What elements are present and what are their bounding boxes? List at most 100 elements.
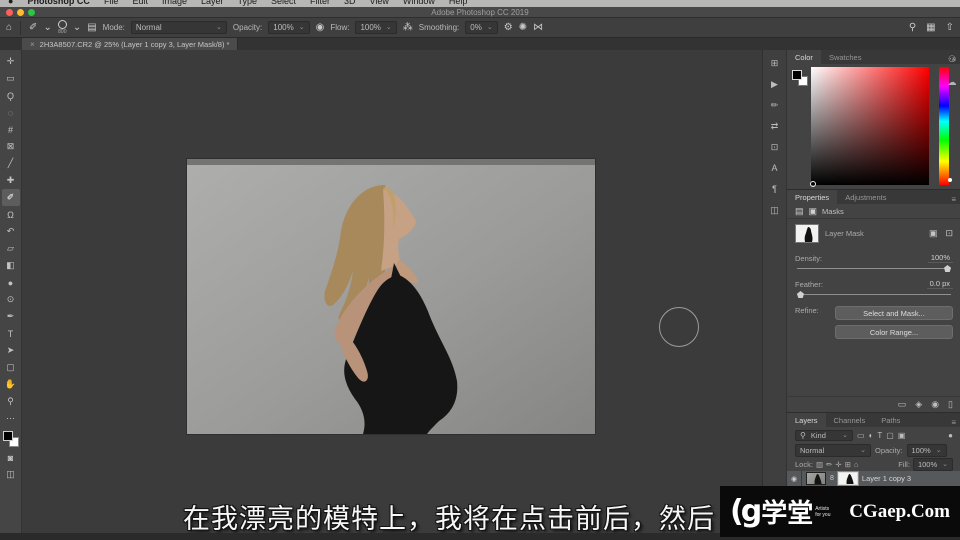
pen-tool[interactable]: ✒ <box>2 308 20 325</box>
tab-paths[interactable]: Paths <box>873 413 908 427</box>
brush-tool[interactable]: ✐ <box>2 189 20 206</box>
frame-tool[interactable]: ⊠ <box>2 138 20 155</box>
canvas-area[interactable] <box>22 50 762 540</box>
lightbulb-icon[interactable]: ⚇ <box>948 54 956 65</box>
foreground-color-swatch[interactable] <box>3 431 13 441</box>
filter-pixel-icon[interactable]: ▭ <box>857 431 865 440</box>
menu-type[interactable]: Type <box>238 0 258 6</box>
brush-tool-icon[interactable]: ✐ <box>29 23 37 33</box>
load-selection-icon[interactable]: ▭ <box>898 399 907 410</box>
pressure-opacity-icon[interactable]: ◉ <box>316 23 325 33</box>
gradient-tool[interactable]: ◧ <box>2 257 20 274</box>
tab-swatches[interactable]: Swatches <box>821 50 870 64</box>
history-brush-tool[interactable]: ↶ <box>2 223 20 240</box>
dodge-tool[interactable]: ⊙ <box>2 291 20 308</box>
pixel-layer-icon[interactable]: ▤ <box>795 206 804 217</box>
brush-settings-toggle-icon[interactable]: ▤ <box>87 23 96 33</box>
color-fg-bg-swatches[interactable] <box>792 70 808 86</box>
menu-edit[interactable]: Edit <box>132 0 148 6</box>
mask-select-icon[interactable]: ▣ <box>929 228 938 239</box>
type-tool[interactable]: T <box>2 325 20 342</box>
brush-settings-panel-icon[interactable]: ✏ <box>767 98 783 112</box>
document-tab[interactable]: × 2H3A8507.CR2 @ 25% (Layer 1 copy 3, La… <box>22 38 238 50</box>
move-tool[interactable]: ✛ <box>2 53 20 70</box>
home-icon[interactable]: ⌂ <box>6 23 12 33</box>
pressure-size-icon[interactable]: ✺ <box>519 23 527 33</box>
feather-slider[interactable] <box>797 291 951 299</box>
visibility-eye-icon[interactable]: ◉ <box>787 471 802 486</box>
filter-type-icon[interactable]: T <box>877 431 882 440</box>
spot-healing-tool[interactable]: ✚ <box>2 172 20 189</box>
filter-shape-icon[interactable]: ▢ <box>886 431 894 440</box>
paragraph-panel-icon[interactable]: ¶ <box>767 182 783 196</box>
smoothing-gear-icon[interactable]: ⚙ <box>504 23 513 33</box>
tab-adjustments[interactable]: Adjustments <box>837 190 894 204</box>
symmetry-icon[interactable]: ⋈ <box>533 23 543 33</box>
tab-layers[interactable]: Layers <box>787 413 826 427</box>
panel-menu-icon[interactable]: ≡ <box>951 418 960 427</box>
crop-tool[interactable]: # <box>2 121 20 138</box>
eraser-tool[interactable]: ▱ <box>2 240 20 257</box>
libraries-panel-icon[interactable]: ◫ <box>767 203 783 217</box>
clone-source-panel-icon[interactable]: ⊡ <box>767 140 783 154</box>
lock-transparency-icon[interactable]: ▨ <box>816 460 823 469</box>
mode-select[interactable]: Normal ⌄ <box>131 21 227 34</box>
panel-menu-icon[interactable]: ≡ <box>951 195 960 204</box>
lock-artboard-icon[interactable]: ⊞ <box>845 460 851 469</box>
share-icon[interactable]: ⇧ <box>946 23 954 33</box>
layer-mask-thumbnail[interactable] <box>795 224 819 243</box>
apple-menu-icon[interactable]: ● <box>8 0 13 6</box>
opacity-select[interactable]: 100% ⌄ <box>268 21 309 34</box>
path-selection-tool[interactable]: ➤ <box>2 342 20 359</box>
menu-app[interactable]: Photoshop CC <box>27 0 90 6</box>
mask-link-icon[interactable]: 8 <box>830 475 834 482</box>
smoothing-select[interactable]: 0% ⌄ <box>465 21 497 34</box>
eyedropper-tool[interactable]: ╱ <box>2 155 20 172</box>
character-panel-icon[interactable]: A <box>767 161 783 175</box>
layer-name[interactable]: Layer 1 copy 3 <box>862 474 911 483</box>
density-slider[interactable] <box>797 265 951 273</box>
feather-value[interactable]: 0.0 px <box>927 279 953 289</box>
screen-mode-button[interactable]: ◫ <box>2 466 20 483</box>
learn-panel-icon[interactable]: ⊞ <box>767 56 783 70</box>
tab-channels[interactable]: Channels <box>826 413 874 427</box>
layer-row-layer-1-copy-3[interactable]: ◉ 8 Layer 1 copy 3 <box>787 471 960 487</box>
tab-color[interactable]: Color <box>787 50 821 64</box>
lock-all-icon[interactable]: ⌂ <box>854 460 859 469</box>
workspace-switcher-icon[interactable]: ▦ <box>926 23 935 33</box>
menu-help[interactable]: Help <box>449 0 468 6</box>
edit-toolbar-button[interactable]: ⋯ <box>2 410 20 427</box>
layer-filter-select[interactable]: ⚲ Kind ⌄ <box>795 430 853 441</box>
mask-link-icon[interactable]: ⊡ <box>945 228 953 239</box>
lock-position-icon[interactable]: ✛ <box>835 460 841 469</box>
select-and-mask-button[interactable]: Select and Mask... <box>835 306 953 320</box>
photo-document[interactable] <box>187 159 595 434</box>
clone-stamp-tool[interactable]: Ω <box>2 206 20 223</box>
density-slider-knob[interactable] <box>944 265 951 272</box>
color-range-button[interactable]: Color Range... <box>835 325 953 339</box>
layer-mask-thumbnail[interactable] <box>838 472 858 485</box>
quick-selection-tool[interactable]: ◌ <box>2 104 20 121</box>
lock-pixels-icon[interactable]: ✏ <box>826 460 832 469</box>
saturation-brightness-field[interactable] <box>811 67 929 185</box>
menu-image[interactable]: Image <box>162 0 187 6</box>
lasso-tool[interactable]: Ϙ <box>2 87 20 104</box>
density-value[interactable]: 100% <box>928 253 953 263</box>
rectangle-tool[interactable]: ▢ <box>2 359 20 376</box>
cloud-icon[interactable]: ☁ <box>948 77 957 88</box>
mask-visibility-icon[interactable]: ◉ <box>931 399 939 410</box>
delete-mask-icon[interactable]: ▯ <box>948 399 953 410</box>
layer-thumbnail[interactable] <box>806 472 826 485</box>
marquee-tool[interactable]: ▭ <box>2 70 20 87</box>
tab-properties[interactable]: Properties <box>787 190 837 204</box>
tool-presets-panel-icon[interactable]: ⇄ <box>767 119 783 133</box>
layers-opacity-select[interactable]: 100% ⌄ <box>907 444 947 457</box>
close-tab-icon[interactable]: × <box>30 40 35 49</box>
hand-tool[interactable]: ✋ <box>2 376 20 393</box>
menu-view[interactable]: View <box>370 0 389 6</box>
menu-filter[interactable]: Filter <box>310 0 330 6</box>
apply-mask-icon[interactable]: ◈ <box>915 399 922 410</box>
blur-tool[interactable]: ● <box>2 274 20 291</box>
filter-adjustment-icon[interactable]: ◐ <box>869 431 874 440</box>
menu-window[interactable]: Window <box>403 0 435 6</box>
